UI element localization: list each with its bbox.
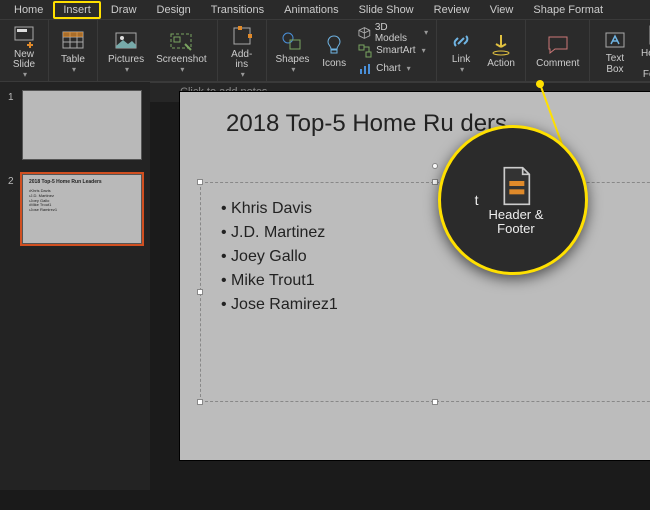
thumb-title: 2018 Top-5 Home Run Leaders <box>29 179 102 185</box>
pictures-icon <box>114 29 138 53</box>
resize-handle-b[interactable] <box>432 399 438 405</box>
action-icon <box>489 33 513 57</box>
new-slide-label: New Slide <box>10 50 38 71</box>
screenshot-label: Screenshot <box>156 55 207 66</box>
group-slides: New Slide <box>0 20 49 81</box>
cube-icon <box>358 26 371 40</box>
icons-icon <box>322 33 346 57</box>
slide-thumbnails: 1 2 2018 Top-5 Home Run Leaders •Khris D… <box>0 82 150 490</box>
illustrations-mini: 3D Models SmartArt Chart <box>356 24 430 78</box>
shapes-button[interactable]: Shapes <box>273 27 312 74</box>
header-footer-label: Header &Footer <box>641 49 650 81</box>
icons-button[interactable]: Icons <box>316 31 352 70</box>
thumb-row: 1 <box>8 90 142 160</box>
group-links: Link Action <box>437 20 526 81</box>
magnifier-partial-text: t <box>475 192 479 208</box>
rotate-handle[interactable] <box>432 163 438 169</box>
chart-button[interactable]: Chart <box>356 60 430 78</box>
thumb-number: 2 <box>8 174 16 244</box>
header-footer-button[interactable]: Header &Footer <box>637 21 650 81</box>
resize-handle-t[interactable] <box>432 179 438 185</box>
ribbon-tabs: Home Insert Draw Design Transitions Anim… <box>0 0 650 20</box>
tab-view[interactable]: View <box>480 1 524 19</box>
header-footer-icon <box>496 164 536 208</box>
tab-home[interactable]: Home <box>4 1 53 19</box>
slide-thumbnail-1[interactable] <box>22 90 142 160</box>
addins-button[interactable]: Add-ins <box>224 22 260 79</box>
comment-icon <box>546 33 570 57</box>
list-item[interactable]: Jose Ramirez1 <box>221 293 649 317</box>
slide-canvas-area: 2018 Top-5 Home Ru ders Khris Davis J.D.… <box>150 82 650 490</box>
link-label: Link <box>452 55 470 66</box>
textbox-label: Text Box <box>600 54 629 75</box>
tab-transitions[interactable]: Transitions <box>201 1 274 19</box>
tab-review[interactable]: Review <box>424 1 480 19</box>
tab-insert[interactable]: Insert <box>53 1 101 19</box>
shapes-icon <box>280 29 304 53</box>
table-icon <box>61 29 85 53</box>
smartart-label: SmartArt <box>376 45 415 56</box>
pictures-button[interactable]: Pictures <box>104 27 148 74</box>
slide-title[interactable]: 2018 Top-5 Home Ru ders <box>226 110 507 138</box>
slide-canvas[interactable]: 2018 Top-5 Home Ru ders Khris Davis J.D.… <box>180 92 650 460</box>
thumb-number: 1 <box>8 90 16 160</box>
table-label: Table <box>61 55 85 66</box>
link-button[interactable]: Link <box>443 27 479 74</box>
3d-models-button[interactable]: 3D Models <box>356 24 430 42</box>
3d-models-label: 3D Models <box>375 22 418 44</box>
smartart-button[interactable]: SmartArt <box>356 42 430 60</box>
tab-shape-format[interactable]: Shape Format <box>523 1 613 19</box>
tab-slideshow[interactable]: Slide Show <box>349 1 424 19</box>
group-images: Pictures Screenshot <box>98 20 218 81</box>
chart-label: Chart <box>376 63 400 74</box>
action-button[interactable]: Action <box>483 31 519 70</box>
header-footer-icon <box>645 23 650 47</box>
list-item[interactable]: J.D. Martinez <box>221 221 649 245</box>
list-item[interactable]: Mike Trout1 <box>221 269 649 293</box>
magnified-label: Header &Footer <box>488 208 543 237</box>
group-illustrations: Shapes Icons 3D Models SmartArt Chart <box>267 20 437 81</box>
addins-label: Add-ins <box>228 50 256 71</box>
screenshot-icon <box>169 29 193 53</box>
tab-design[interactable]: Design <box>147 1 201 19</box>
shapes-label: Shapes <box>275 55 309 66</box>
group-comments: Comment <box>526 20 590 81</box>
group-tables: Table <box>49 20 98 81</box>
smartart-icon <box>358 44 372 58</box>
comment-button[interactable]: Comment <box>532 31 583 70</box>
ribbon: New Slide Table Pictures Screenshot Add-… <box>0 20 650 82</box>
thumb-row: 2 2018 Top-5 Home Run Leaders •Khris Dav… <box>8 174 142 244</box>
tab-draw[interactable]: Draw <box>101 1 147 19</box>
textbox-button[interactable]: Text Box <box>596 26 633 75</box>
table-button[interactable]: Table <box>55 27 91 74</box>
icons-label: Icons <box>322 59 346 70</box>
new-slide-button[interactable]: New Slide <box>6 22 42 79</box>
tab-animations[interactable]: Animations <box>274 1 348 19</box>
slide-thumbnail-2[interactable]: 2018 Top-5 Home Run Leaders •Khris Davis… <box>22 174 142 244</box>
list-item[interactable]: Joey Gallo <box>221 245 649 269</box>
action-label: Action <box>487 59 515 70</box>
link-icon <box>449 29 473 53</box>
resize-handle-l[interactable] <box>197 289 203 295</box>
group-addins: Add-ins <box>218 20 267 81</box>
resize-handle-tl[interactable] <box>197 179 203 185</box>
magnified-header-footer-button: Header &Footer <box>488 164 543 237</box>
resize-handle-bl[interactable] <box>197 399 203 405</box>
group-text: Text Box Header &Footer <box>590 20 650 81</box>
pictures-label: Pictures <box>108 55 144 66</box>
new-slide-icon <box>12 24 36 48</box>
addins-icon <box>230 24 254 48</box>
screenshot-button[interactable]: Screenshot <box>152 27 211 74</box>
magnifier-callout: t Header &Footer <box>438 125 588 275</box>
textbox-icon <box>603 28 627 52</box>
chart-icon <box>358 62 372 76</box>
comment-label: Comment <box>536 59 579 70</box>
thumb-list: •Khris Davis •J.D. Martinez •Joey Gallo … <box>29 189 57 213</box>
